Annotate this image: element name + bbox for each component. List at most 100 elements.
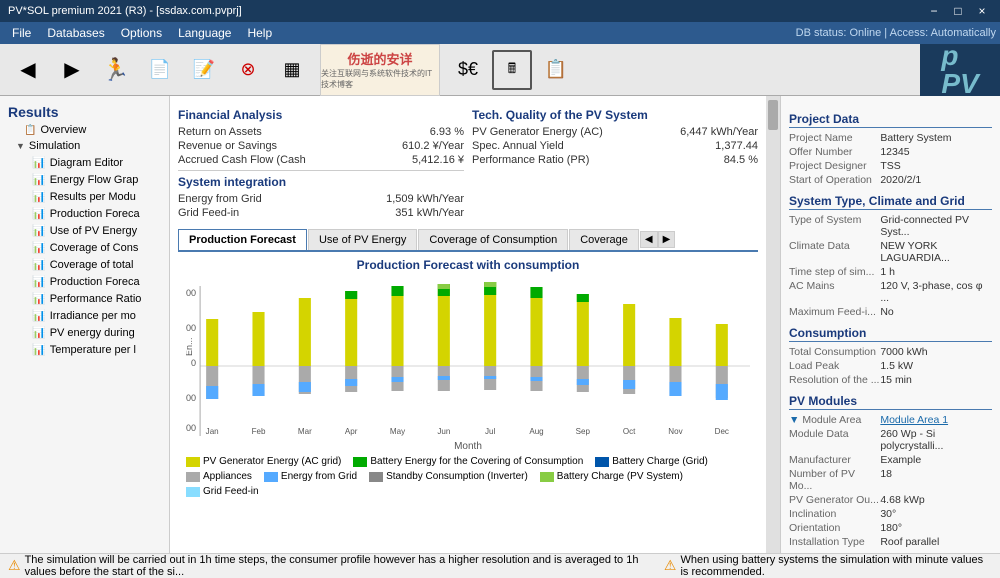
inclination-label: Inclination <box>789 508 880 520</box>
spec-yield-label: Spec. Annual Yield <box>472 140 564 152</box>
time-step-value: 1 h <box>880 266 992 278</box>
db-status: DB status: Online | Access: Automaticall… <box>796 27 996 39</box>
sidebar-item-energy-flow[interactable]: 📊 Energy Flow Grap <box>0 171 169 188</box>
ac-mains-value: 120 V, 3-phase, cos φ ... <box>880 280 992 304</box>
menu-options[interactable]: Options <box>113 24 170 42</box>
warning-1-icon: ⚠ <box>8 557 21 574</box>
inclination-row: Inclination 30° <box>789 508 992 520</box>
svg-text:Jul: Jul <box>485 427 496 436</box>
sidebar-item-use-pv[interactable]: 📊 Use of PV Energy <box>0 222 169 239</box>
edit-button[interactable]: 📝 <box>184 50 224 90</box>
svg-text:500: 500 <box>186 323 196 333</box>
main-layout: Results 📋 Overview ▼ Simulation 📊 Diagra… <box>0 96 1000 553</box>
num-modules-label: Number of PV Mo... <box>789 468 880 492</box>
brand-sub: 关注互联网与系统软件技术的IT技术博客 <box>321 68 439 90</box>
sidebar-item-production-forecast2[interactable]: 📊 Production Foreca <box>0 273 169 290</box>
svg-text:-500: -500 <box>186 393 196 403</box>
currency-button[interactable]: $€ <box>448 50 488 90</box>
calc-button[interactable]: 🖩 <box>492 50 532 90</box>
chart-tabs: Production Forecast Use of PV Energy Cov… <box>178 229 758 252</box>
sidebar: Results 📋 Overview ▼ Simulation 📊 Diagra… <box>0 96 170 553</box>
svg-text:Feb: Feb <box>252 427 266 436</box>
chart-legend: PV Generator Energy (AC grid) Battery En… <box>178 452 758 501</box>
pv-output-value: 4.68 kWp <box>880 494 992 506</box>
ac-mains-row: AC Mains 120 V, 3-phase, cos φ ... <box>789 280 992 304</box>
legend-battery-charge-grid: Battery Charge (Grid) <box>595 456 708 467</box>
pv-generator-energy-label: PV Generator Energy (AC) <box>472 126 603 138</box>
tab-coverage-consumption[interactable]: Coverage of Consumption <box>418 229 568 250</box>
run-button[interactable]: 🏃 <box>96 50 136 90</box>
minimize-button[interactable]: − <box>924 3 944 19</box>
legend-battery-charge-grid-label: Battery Charge (Grid) <box>612 456 708 467</box>
brand-banner[interactable]: 伤逝的安详 关注互联网与系统软件技术的IT技术博客 <box>320 44 440 96</box>
financial-analysis: Financial Analysis Return on Assets 6.93… <box>178 104 464 221</box>
menu-databases[interactable]: Databases <box>39 24 112 42</box>
report-button[interactable]: 📋 <box>536 50 576 90</box>
legend-energy-grid-color <box>264 472 278 482</box>
consumption-title: Consumption <box>789 326 992 342</box>
spec-yield-row: Spec. Annual Yield 1,377.44 <box>472 140 758 152</box>
legend-energy-from-grid: Energy from Grid <box>264 471 357 482</box>
menu-file[interactable]: File <box>4 24 39 42</box>
tab-use-pv-energy[interactable]: Use of PV Energy <box>308 229 417 250</box>
sidebar-item-irradiance[interactable]: 📊 Irradiance per mo <box>0 307 169 324</box>
sidebar-item-performance-ratio[interactable]: 📊 Performance Ratio <box>0 290 169 307</box>
menu-language[interactable]: Language <box>170 24 239 42</box>
back-button[interactable]: ◀ <box>8 50 48 90</box>
tab-production-forecast[interactable]: Production Forecast <box>178 229 307 250</box>
sidebar-item-simulation[interactable]: ▼ Simulation <box>0 138 169 154</box>
module-area-value[interactable]: Module Area 1 <box>880 414 992 426</box>
sidebar-item-overview[interactable]: 📋 Overview <box>0 122 169 138</box>
scroll-thumb[interactable] <box>768 100 778 130</box>
expand-module-icon[interactable]: ▼ <box>789 414 799 426</box>
module-area-row: ▼ Module Area Module Area 1 <box>789 414 992 426</box>
window-controls[interactable]: − □ × <box>924 3 992 19</box>
max-feed-value: No <box>880 306 992 318</box>
svg-text:Oct: Oct <box>623 427 636 436</box>
legend-appliances-color <box>186 472 200 482</box>
maximize-button[interactable]: □ <box>948 3 968 19</box>
svg-text:Sep: Sep <box>576 427 591 436</box>
tech-quality: Tech. Quality of the PV System PV Genera… <box>472 104 758 221</box>
return-on-assets-label: Return on Assets <box>178 126 262 138</box>
orientation-label: Orientation <box>789 522 880 534</box>
tab-scroll-left[interactable]: ◀ <box>640 231 658 248</box>
svg-text:Dec: Dec <box>715 427 729 436</box>
start-operation-label: Start of Operation <box>789 174 880 186</box>
legend-battery-charge-grid-color <box>595 457 609 467</box>
irradiance-icon: 📊 <box>32 309 46 322</box>
sidebar-item-diagram-editor[interactable]: 📊 Diagram Editor <box>0 154 169 171</box>
sidebar-item-coverage-total[interactable]: 📊 Coverage of total <box>0 256 169 273</box>
energy-flow-icon: 📊 <box>32 173 46 186</box>
forward-button[interactable]: ▶ <box>52 50 92 90</box>
offer-number-label: Offer Number <box>789 146 880 158</box>
sidebar-item-temperature[interactable]: 📊 Temperature per l <box>0 341 169 358</box>
module-data-row: Module Data 260 Wp - Si polycrystalli... <box>789 428 992 452</box>
manufacturer-value: Example <box>880 454 992 466</box>
type-of-system-row: Type of System Grid-connected PV Syst... <box>789 214 992 238</box>
revenue-savings-label: Revenue or Savings <box>178 140 277 152</box>
tab-coverage[interactable]: Coverage <box>569 229 639 250</box>
pv-generator-energy-row: PV Generator Energy (AC) 6,447 kWh/Year <box>472 126 758 138</box>
sidebar-item-pv-energy[interactable]: 📊 PV energy during <box>0 324 169 341</box>
main-scrollbar[interactable] <box>766 96 780 553</box>
legend-battery-pv-label: Battery Charge (PV System) <box>557 471 683 482</box>
sidebar-item-results-module[interactable]: 📊 Results per Modu <box>0 188 169 205</box>
revenue-savings-row: Revenue or Savings 610.2 ¥/Year <box>178 140 464 152</box>
menu-help[interactable]: Help <box>239 24 280 42</box>
performance-ratio-row: Performance Ratio (PR) 84.5 % <box>472 154 758 166</box>
coverage-cons-icon: 📊 <box>32 241 46 254</box>
performance-ratio-icon: 📊 <box>32 292 46 305</box>
close-button[interactable]: × <box>972 3 992 19</box>
ac-mains-label: AC Mains <box>789 280 880 304</box>
diagram-icon: 📊 <box>32 156 46 169</box>
new-button[interactable]: 📄 <box>140 50 180 90</box>
menu-bar: File Databases Options Language Help DB … <box>0 22 1000 44</box>
sidebar-item-coverage-cons[interactable]: 📊 Coverage of Cons <box>0 239 169 256</box>
module-data-value: 260 Wp - Si polycrystalli... <box>880 428 992 452</box>
grid-button[interactable]: ▦ <box>272 50 312 90</box>
tab-scroll-right[interactable]: ▶ <box>658 231 676 248</box>
cancel-button[interactable]: ⊗ <box>228 50 268 90</box>
legend-battery-pv-color <box>540 472 554 482</box>
sidebar-item-production-forecast[interactable]: 📊 Production Foreca <box>0 205 169 222</box>
